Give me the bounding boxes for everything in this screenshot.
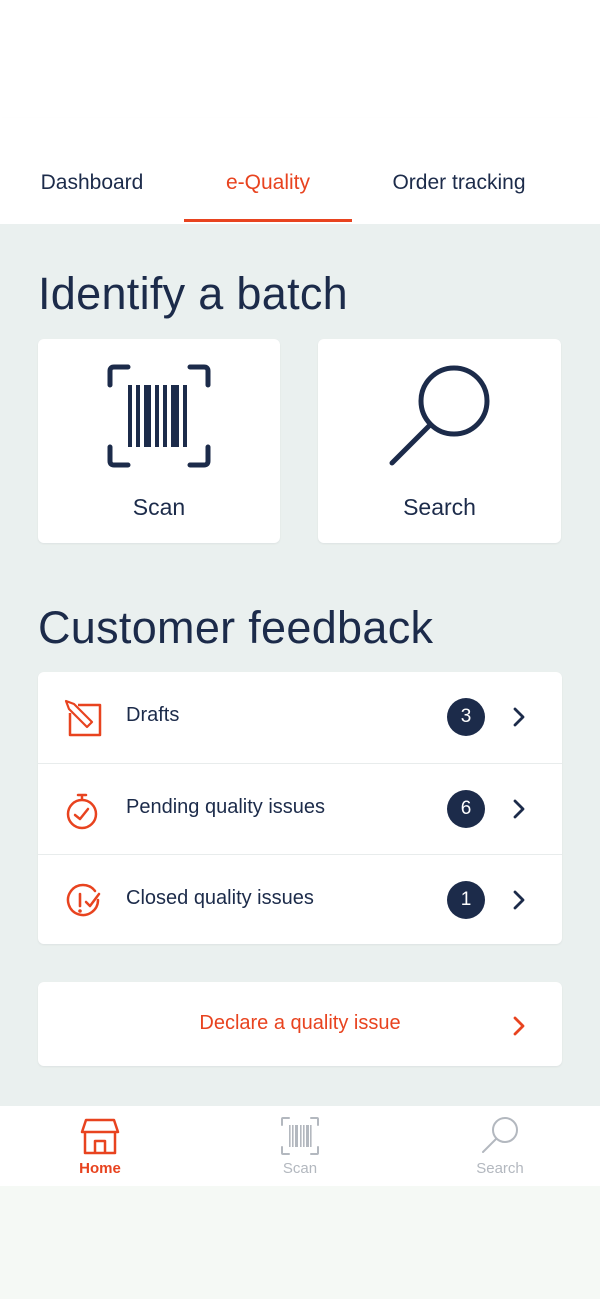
tab-dashboard-label: Dashboard: [40, 171, 144, 194]
chevron-right-icon: [513, 1016, 525, 1036]
nav-search-label: Search: [476, 1160, 524, 1177]
search-tile[interactable]: Search: [318, 339, 561, 543]
scan-tile[interactable]: Scan: [38, 339, 280, 543]
drafts-label: Drafts: [126, 704, 180, 726]
closed-issues-row[interactable]: Closed quality issues 1: [38, 854, 562, 945]
barcode-scan-icon: [107, 364, 211, 468]
chevron-right-icon: [513, 707, 525, 727]
tab-e-quality[interactable]: e-Quality: [184, 118, 352, 224]
bottom-navigation: Home Scan Search: [0, 1106, 600, 1186]
drafts-count-badge: 3: [447, 698, 485, 736]
barcode-scan-icon: [281, 1117, 319, 1155]
pending-issues-row[interactable]: Pending quality issues 6: [38, 763, 562, 854]
system-area: [0, 1186, 600, 1299]
pending-issues-label: Pending quality issues: [126, 796, 326, 818]
chevron-right-icon: [513, 799, 525, 819]
magnifier-icon: [482, 1117, 518, 1153]
identify-batch-title: Identify a batch: [38, 268, 348, 319]
closed-issues-label: Closed quality issues: [126, 887, 314, 909]
search-tile-label: Search: [403, 494, 476, 520]
magnifier-icon: [389, 365, 490, 466]
nav-home[interactable]: Home: [0, 1106, 200, 1186]
scan-tile-label: Scan: [132, 494, 186, 520]
customer-feedback-title: Customer feedback: [38, 602, 434, 653]
feedback-list: Drafts 3 Pending quality issues 6 Closed…: [38, 672, 562, 944]
stopwatch-icon: [66, 793, 98, 830]
declare-quality-issue-label: Declare a quality issue: [199, 1012, 401, 1034]
nav-scan[interactable]: Scan: [200, 1106, 400, 1186]
status-bar: [0, 0, 600, 118]
nav-home-label: Home: [79, 1160, 121, 1177]
draft-edit-icon: [64, 699, 102, 737]
active-tab-indicator: [184, 219, 352, 222]
closed-check-icon: [66, 883, 101, 917]
closed-count-badge: 1: [447, 881, 485, 919]
chevron-right-icon: [513, 890, 525, 910]
declare-quality-issue-button[interactable]: Declare a quality issue: [38, 982, 562, 1066]
nav-search[interactable]: Search: [400, 1106, 600, 1186]
drafts-row[interactable]: Drafts 3: [38, 672, 562, 763]
home-icon: [80, 1118, 120, 1155]
top-tab-bar: Dashboard e-Quality Order tracking: [0, 118, 600, 224]
tab-dashboard[interactable]: Dashboard: [0, 118, 184, 224]
nav-scan-label: Scan: [282, 1160, 318, 1177]
tab-e-quality-label: e-Quality: [225, 171, 311, 194]
tab-order-tracking-label: Order tracking: [392, 171, 526, 194]
main-content: Identify a batch Scan Search Customer fe…: [0, 224, 600, 1106]
pending-count-badge: 6: [447, 790, 485, 828]
tab-order-tracking[interactable]: Order tracking: [352, 118, 566, 224]
